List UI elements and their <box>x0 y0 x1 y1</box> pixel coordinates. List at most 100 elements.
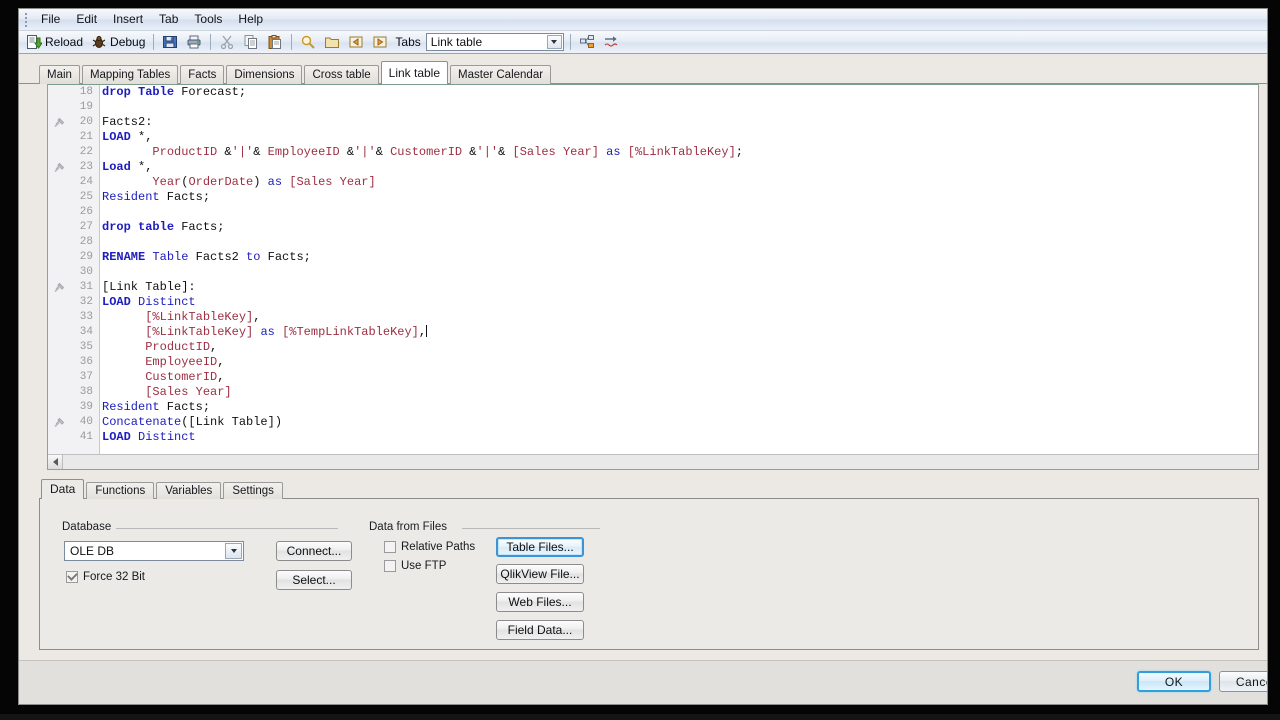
tab-selector-combo[interactable]: Link table <box>425 33 564 51</box>
code-line[interactable]: Year(OrderDate) as [Sales Year] <box>102 175 1258 190</box>
scroll-track[interactable] <box>63 455 1258 469</box>
code-line[interactable] <box>102 265 1258 280</box>
bookmark-pin-icon[interactable] <box>54 162 68 173</box>
code-line[interactable]: [%LinkTableKey], <box>102 310 1258 325</box>
code-line[interactable]: ProductID &'|'& EmployeeID &'|'& Custome… <box>102 145 1258 160</box>
chevron-down-icon[interactable] <box>225 543 242 559</box>
use-ftp-checkbox[interactable]: Use FTP <box>384 560 446 572</box>
field-data-button[interactable]: Field Data... <box>496 620 584 640</box>
paste-button[interactable] <box>263 32 287 52</box>
script-tab-cross-table[interactable]: Cross table <box>304 65 379 84</box>
save-button[interactable] <box>158 32 182 52</box>
table-files-button[interactable]: Table Files... <box>496 537 584 557</box>
debug-button[interactable]: Debug <box>87 32 149 52</box>
select-button[interactable]: Select... <box>276 570 352 590</box>
lower-tab-variables[interactable]: Variables <box>156 482 222 499</box>
code-line[interactable] <box>102 235 1258 250</box>
indent-button[interactable] <box>599 32 623 52</box>
code-line[interactable]: CustomerID, <box>102 370 1258 385</box>
script-tab-facts[interactable]: Facts <box>180 65 225 84</box>
previous-tab-button[interactable] <box>344 32 368 52</box>
script-code-area[interactable]: drop Table Forecast; Facts2: LOAD *, Prod… <box>100 85 1258 454</box>
script-tab-strip: Main Mapping Tables Facts Dimensions Cross t… <box>19 60 1267 84</box>
script-tab-mapping-tables[interactable]: Mapping Tables <box>81 65 179 84</box>
text-caret <box>426 325 428 337</box>
bookmark-pin-icon[interactable] <box>54 282 68 293</box>
script-tab-main[interactable]: Main <box>39 65 80 84</box>
menu-item-file[interactable]: File <box>33 10 68 30</box>
editor-horizontal-scrollbar[interactable] <box>48 454 1258 469</box>
line-number: 38 <box>79 386 93 398</box>
chevron-down-icon[interactable] <box>546 35 562 49</box>
code-line[interactable] <box>102 100 1258 115</box>
code-line[interactable]: Resident Facts; <box>102 400 1258 415</box>
bookmark-pin-icon[interactable] <box>54 417 68 428</box>
scroll-left-arrow-icon[interactable] <box>48 455 63 469</box>
code-line[interactable]: LOAD Distinct <box>102 295 1258 310</box>
lower-tab-functions[interactable]: Functions <box>86 482 155 499</box>
cancel-button[interactable]: Cancel <box>1219 671 1267 692</box>
code-token: as <box>260 325 275 339</box>
gutter-line-number: 35 <box>48 340 99 355</box>
code-line[interactable]: Concatenate([Link Table]) <box>102 415 1258 430</box>
ok-button[interactable]: OK <box>1137 671 1211 692</box>
script-tab-master-calendar[interactable]: Master Calendar <box>450 65 552 84</box>
connect-button[interactable]: Connect... <box>276 541 352 561</box>
menu-grip-handle[interactable] <box>22 12 30 28</box>
code-token: '|' <box>354 145 376 159</box>
code-token: Table <box>152 250 189 264</box>
lower-tab-settings[interactable]: Settings <box>223 482 283 499</box>
menu-item-edit[interactable]: Edit <box>68 10 105 30</box>
web-files-button[interactable]: Web Files... <box>496 592 584 612</box>
menu-item-insert[interactable]: Insert <box>105 10 151 30</box>
code-line[interactable]: EmployeeID, <box>102 355 1258 370</box>
promote-tab-button[interactable] <box>575 32 599 52</box>
next-tab-button[interactable] <box>368 32 392 52</box>
code-token: Load <box>102 160 131 174</box>
code-line[interactable]: [Link Table]: <box>102 280 1258 295</box>
database-provider-combo[interactable]: OLE DB <box>64 541 244 561</box>
code-token: & <box>253 145 268 159</box>
script-editor[interactable]: 18 19 20 21 22 23 24 25 26 27 28 29 30 31 32 33 34 35 36 37… <box>47 84 1259 470</box>
reload-button[interactable]: Reload <box>22 32 87 52</box>
code-line[interactable] <box>102 205 1258 220</box>
force-32-bit-checkbox[interactable]: Force 32 Bit <box>66 571 145 583</box>
print-button[interactable] <box>182 32 206 52</box>
code-line[interactable]: LOAD Distinct <box>102 430 1258 445</box>
code-line[interactable]: [%LinkTableKey] as [%TempLinkTableKey], <box>102 325 1258 340</box>
relative-paths-checkbox[interactable]: Relative Paths <box>384 541 475 553</box>
menu-item-tab[interactable]: Tab <box>151 10 186 30</box>
copy-button[interactable] <box>239 32 263 52</box>
code-token: CustomerID <box>390 145 463 159</box>
bookmark-pin-icon[interactable] <box>54 117 68 128</box>
code-line[interactable]: drop table Facts; <box>102 220 1258 235</box>
code-line[interactable]: RENAME Table Facts2 to Facts; <box>102 250 1258 265</box>
code-line[interactable]: Facts2: <box>102 115 1258 130</box>
find-button[interactable] <box>296 32 320 52</box>
lower-tab-data[interactable]: Data <box>41 479 85 499</box>
code-token: [Sales Year] <box>512 145 599 159</box>
qlikview-file-button[interactable]: QlikView File... <box>496 564 584 584</box>
script-tab-dimensions[interactable]: Dimensions <box>226 65 303 84</box>
code-line[interactable]: LOAD *, <box>102 130 1258 145</box>
menu-item-tools[interactable]: Tools <box>186 10 230 30</box>
code-token: [%LinkTableKey] <box>627 145 736 159</box>
code-token: Facts; <box>159 190 211 204</box>
line-number: 41 <box>79 431 93 443</box>
code-line[interactable]: [Sales Year] <box>102 385 1258 400</box>
open-folder-button[interactable] <box>320 32 344 52</box>
script-editor-body[interactable]: 18 19 20 21 22 23 24 25 26 27 28 29 30 31 32 33 34 35 36 37… <box>48 85 1258 454</box>
code-line[interactable]: ProductID, <box>102 340 1258 355</box>
line-number: 24 <box>79 176 93 188</box>
script-tab-link-table[interactable]: Link table <box>380 61 449 84</box>
print-icon <box>186 34 202 50</box>
code-line[interactable]: drop Table Forecast; <box>102 85 1258 100</box>
line-number: 28 <box>79 236 93 248</box>
code-line[interactable]: Resident Facts; <box>102 190 1258 205</box>
code-token: RENAME <box>102 250 146 264</box>
cut-button[interactable] <box>215 32 239 52</box>
menu-item-help[interactable]: Help <box>230 10 271 30</box>
code-line[interactable]: Load *, <box>102 160 1258 175</box>
